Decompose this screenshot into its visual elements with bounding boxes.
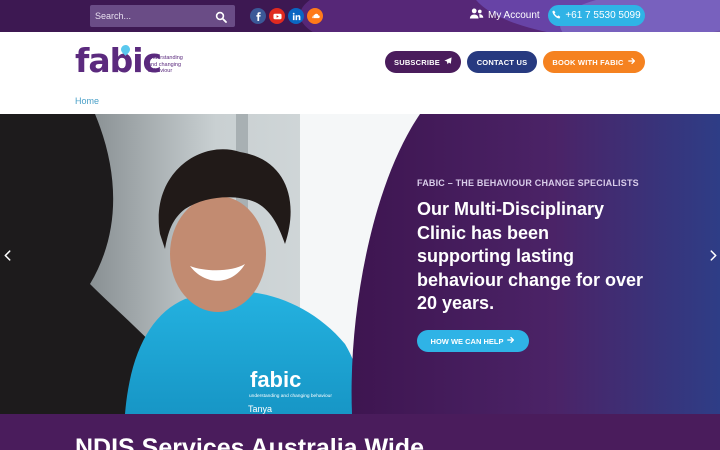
search-input[interactable] [90, 5, 210, 27]
my-account-link[interactable]: My Account [469, 7, 540, 23]
users-icon [469, 8, 484, 22]
jacket-logo: fabic [250, 367, 301, 392]
arrow-right-icon [627, 57, 636, 67]
ndis-section: NDIS Services Australia Wide [0, 414, 720, 450]
linkedin-icon[interactable] [288, 8, 304, 24]
search-box [90, 5, 235, 27]
top-bar: My Account +61 7 5530 5099 [0, 0, 720, 32]
book-button[interactable]: BOOK WITH FABIC [543, 51, 645, 73]
search-icon[interactable] [215, 10, 227, 23]
my-account-label: My Account [488, 9, 540, 21]
facebook-icon[interactable] [250, 8, 266, 24]
phone-label: +61 7 5530 5099 [565, 10, 641, 21]
hero-slider: fabic understanding and changing behavio… [0, 114, 720, 414]
contact-us-button[interactable]: CONTACT US [467, 51, 537, 73]
soundcloud-icon[interactable] [307, 8, 323, 24]
how-we-can-help-button[interactable]: HOW WE CAN HELP [417, 330, 529, 352]
send-icon [444, 57, 452, 67]
book-label: BOOK WITH FABIC [552, 57, 624, 67]
how-we-can-help-label: HOW WE CAN HELP [430, 336, 504, 346]
site-header: fabic understanding and changing behavio… [0, 32, 720, 114]
slider-prev-arrow[interactable] [1, 249, 13, 265]
youtube-icon[interactable] [269, 8, 285, 24]
breadcrumb-home[interactable]: Home [75, 96, 99, 106]
hero-kicker: FABIC – THE BEHAVIOUR CHANGE SPECIALISTS [417, 178, 639, 188]
subscribe-label: SUBSCRIBE [394, 57, 440, 67]
phone-icon [552, 10, 561, 22]
phone-button[interactable]: +61 7 5530 5099 [548, 5, 645, 26]
subscribe-button[interactable]: SUBSCRIBE [385, 51, 461, 73]
hero-title: Our Multi-Disciplinary Clinic has been s… [417, 199, 644, 313]
chevron-right-icon [710, 248, 717, 266]
arrow-right-icon [507, 336, 515, 346]
section-heading: NDIS Services Australia Wide [75, 434, 424, 450]
logo-tagline: understanding and changing behaviour [148, 55, 183, 74]
slider-next-arrow[interactable] [707, 249, 719, 265]
name-tag: Tanya [248, 404, 272, 414]
chevron-left-icon [4, 248, 11, 266]
contact-us-label: CONTACT US [476, 57, 528, 67]
fabic-logo[interactable]: fabic understanding and changing behavio… [75, 43, 190, 78]
jacket-tagline: understanding and changing behaviour [249, 393, 332, 399]
